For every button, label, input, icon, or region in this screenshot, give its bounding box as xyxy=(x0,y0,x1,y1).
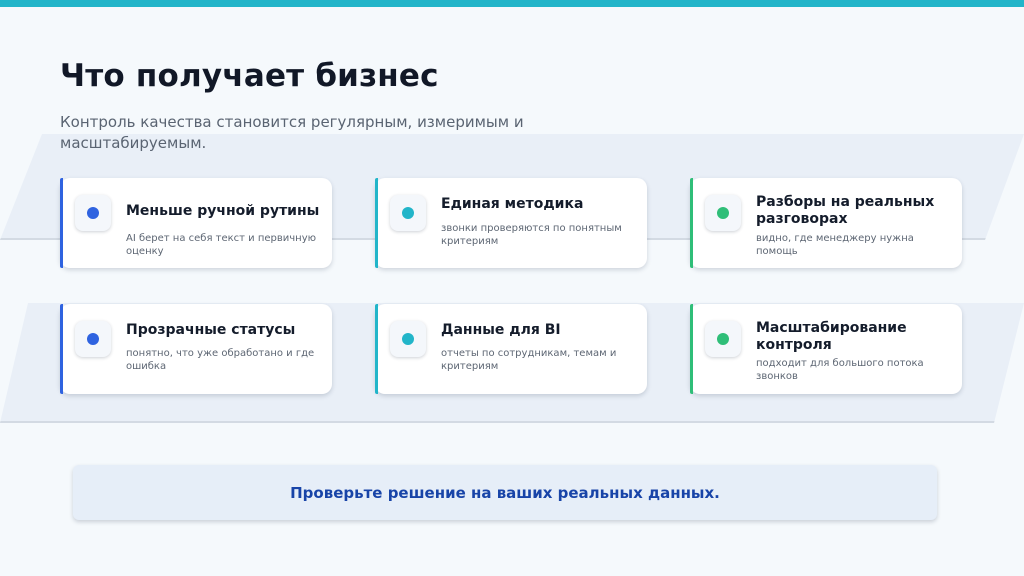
benefit-card-bi-data: Данные для BI отчеты по сотрудникам, тем… xyxy=(375,304,647,394)
bullet-icon xyxy=(75,321,111,357)
benefit-card-real-conversations: Разборы на реальных разговорах видно, гд… xyxy=(690,178,962,268)
dot-icon xyxy=(717,207,729,219)
dot-icon xyxy=(717,333,729,345)
page-title: Что получает бизнес xyxy=(60,58,439,94)
card-title: Данные для BI xyxy=(441,322,561,338)
card-title: Разборы на реальных разговорах xyxy=(756,194,935,227)
bullet-icon xyxy=(705,195,741,231)
card-description: подходит для большого потока звонков xyxy=(756,358,924,382)
card-description: видно, где менеджеру нужна помощь xyxy=(756,233,914,257)
call-to-action-text: Проверьте решение на ваших реальных данн… xyxy=(290,483,720,502)
bullet-icon xyxy=(390,321,426,357)
card-accent-bar xyxy=(60,178,63,268)
card-title: Меньше ручной рутины xyxy=(126,203,320,219)
card-accent-bar xyxy=(375,304,378,394)
dot-icon xyxy=(87,333,99,345)
bullet-icon xyxy=(390,195,426,231)
card-description: понятно, что уже обработано и где ошибка xyxy=(126,348,315,372)
card-title: Единая методика xyxy=(441,196,584,212)
dot-icon xyxy=(402,207,414,219)
bullet-icon xyxy=(75,195,111,231)
benefit-card-unified-method: Единая методика звонки проверяются по по… xyxy=(375,178,647,268)
card-description: AI берет на себя текст и первичную оценк… xyxy=(126,233,317,257)
benefit-card-transparent-statuses: Прозрачные статусы понятно, что уже обра… xyxy=(60,304,332,394)
card-title: Масштабирование контроля xyxy=(756,320,907,353)
card-accent-bar xyxy=(690,304,693,394)
page-subtitle: Контроль качества становится регулярным,… xyxy=(60,113,524,152)
dot-icon xyxy=(87,207,99,219)
benefit-card-less-routine: Меньше ручной рутины AI берет на себя те… xyxy=(60,178,332,268)
bullet-icon xyxy=(705,321,741,357)
card-accent-bar xyxy=(690,178,693,268)
card-accent-bar xyxy=(375,178,378,268)
card-title: Прозрачные статусы xyxy=(126,322,296,338)
card-description: отчеты по сотрудникам, темам и критериям xyxy=(441,348,617,372)
call-to-action-banner: Проверьте решение на ваших реальных данн… xyxy=(73,465,937,520)
top-accent-bar xyxy=(0,0,1024,7)
benefit-card-scaling-control: Масштабирование контроля подходит для бо… xyxy=(690,304,962,394)
card-description: звонки проверяются по понятным критериям xyxy=(441,223,622,247)
dot-icon xyxy=(402,333,414,345)
card-accent-bar xyxy=(60,304,63,394)
